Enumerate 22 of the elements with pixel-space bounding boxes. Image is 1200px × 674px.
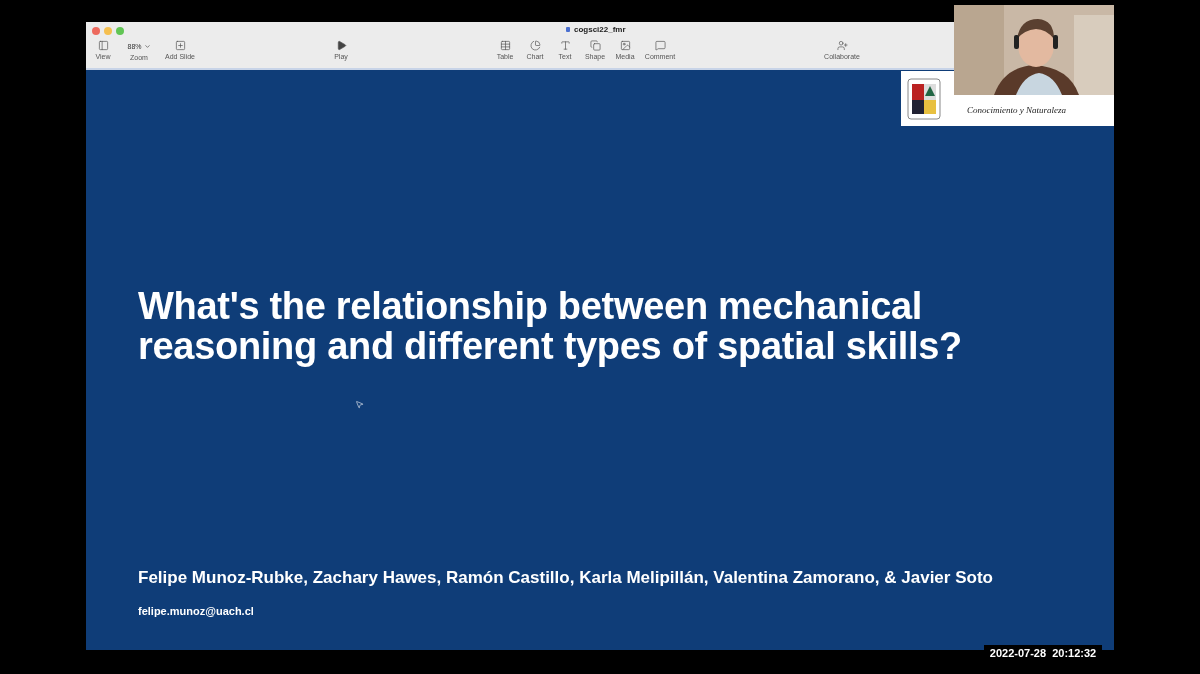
cursor-icon <box>355 400 364 409</box>
motto-text: Conocimiento y Naturaleza <box>967 104 1066 115</box>
email-text: felipe.munoz@uach.cl <box>138 605 255 617</box>
image-icon <box>619 40 631 51</box>
document-icon <box>566 27 570 32</box>
add-person-icon <box>836 40 848 51</box>
pie-chart-icon <box>529 40 541 51</box>
maximize-button[interactable] <box>116 27 124 35</box>
authors-text: Felipe Munoz-Rubke, Zachary Hawes, Ramón Castillo, Karla Melipillán, Valentina Zamorano, & Javier Soto <box>138 568 994 588</box>
plus-square-icon <box>174 40 186 51</box>
minimize-button[interactable] <box>104 27 112 35</box>
slide-title: What's the relationship between mechanical reasoning and different types of spatial skills? <box>138 286 963 366</box>
window-title: cogsci22_fmr <box>566 25 626 34</box>
comment-icon <box>654 40 666 51</box>
close-button[interactable] <box>92 27 100 35</box>
play-icon <box>335 40 347 51</box>
table-icon <box>499 40 511 51</box>
shape-icon <box>589 40 601 51</box>
chevron-icon <box>143 42 151 50</box>
crest-icon <box>907 77 941 120</box>
sidebar-icon <box>97 40 109 51</box>
text-icon <box>559 40 571 51</box>
